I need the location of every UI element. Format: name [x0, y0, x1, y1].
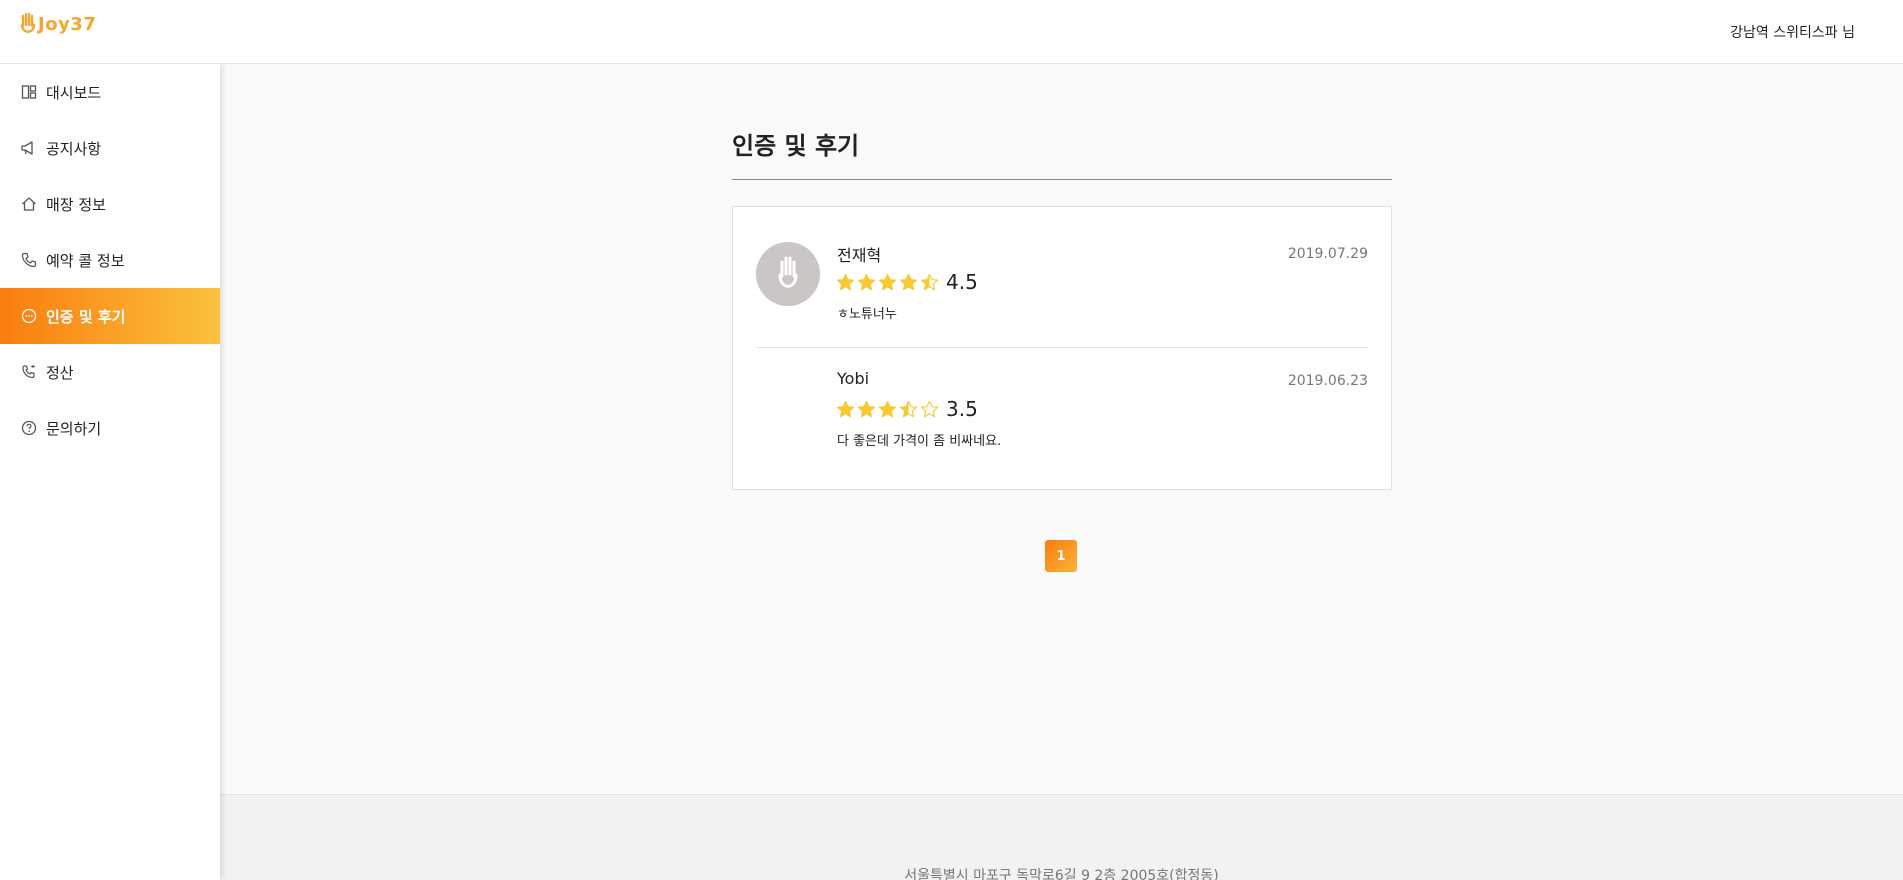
pagination-page-1[interactable]: 1	[1045, 540, 1077, 572]
sidebar-item-label: 대시보드	[46, 83, 102, 102]
review-date: 2019.06.23	[1287, 373, 1368, 389]
star-full-icon	[857, 273, 876, 290]
sidebar-item-store-info[interactable]: 매장 정보	[0, 176, 220, 232]
logo-text: Joy37	[38, 14, 97, 35]
star-full-icon	[836, 400, 855, 417]
rating-score: 4.5	[946, 270, 978, 294]
sidebar-item-inquiry[interactable]: 문의하기	[0, 400, 220, 456]
sidebar-item-label: 인증 및 후기	[46, 307, 126, 326]
settlement-icon	[20, 364, 37, 381]
rating-score: 3.5	[946, 397, 978, 421]
sidebar-item-label: 공지사항	[46, 139, 102, 158]
sidebar-item-label: 예약 콜 정보	[46, 251, 125, 270]
dashboard-icon	[20, 84, 37, 101]
star-half-icon	[920, 273, 939, 290]
home-icon	[20, 196, 37, 213]
sidebar-item-settlement[interactable]: 정산	[0, 344, 220, 400]
chat-bubble-icon	[20, 308, 37, 325]
joy37-logo[interactable]: Joy37	[20, 12, 96, 36]
sidebar-item-label: 매장 정보	[46, 195, 106, 214]
review-date: 2019.07.29	[1287, 246, 1368, 262]
footer-address: 서울특별시 마포구 독막로6길 9 2층 2005호(합정동)	[904, 868, 1219, 880]
star-full-icon	[878, 400, 897, 417]
review-item: Yobi 2019.06.23 3.5 다 좋은데 가격이 좀 비싸네요.	[756, 369, 1368, 459]
star-full-icon	[857, 400, 876, 417]
question-icon	[20, 420, 37, 437]
review-item: 전재혁 2019.07.29 4.5 ㅎ노튜너누	[756, 242, 1368, 332]
sidebar-item-reservation-call[interactable]: 예약 콜 정보	[0, 232, 220, 288]
reviewer-name: Yobi	[837, 369, 870, 388]
top-header: Joy37 강남역 스위티스파 님	[0, 0, 1903, 64]
megaphone-icon	[20, 140, 37, 157]
review-divider	[756, 347, 1368, 348]
review-text: 다 좋은데 가격이 좀 비싸네요.	[837, 434, 1002, 449]
star-half-icon	[899, 400, 918, 417]
star-full-icon	[899, 273, 918, 290]
hand-logo-icon	[20, 12, 36, 33]
title-divider	[732, 179, 1392, 180]
sidebar-item-label: 정산	[46, 363, 74, 382]
main-content: 인증 및 후기 전재혁 2019.07.29 4.5 ㅎ노튜너누 Yobi 20…	[220, 64, 1903, 794]
review-list-card: 전재혁 2019.07.29 4.5 ㅎ노튜너누 Yobi 2019.06.23…	[732, 206, 1392, 490]
rating-stars: 3.5	[836, 397, 978, 421]
phone-icon	[20, 252, 37, 269]
user-name[interactable]: 강남역 스위티스파 님	[1730, 22, 1855, 42]
avatar	[756, 242, 820, 306]
sidebar-item-reviews[interactable]: 인증 및 후기	[0, 288, 220, 344]
star-full-icon	[878, 273, 897, 290]
star-empty-icon	[920, 400, 939, 417]
footer: 서울특별시 마포구 독막로6길 9 2층 2005호(합정동)	[220, 794, 1903, 880]
rating-stars: 4.5	[836, 270, 978, 294]
review-text: ㅎ노튜너누	[837, 307, 897, 322]
sidebar: 대시보드 공지사항 매장 정보 예약 콜 정보 인증 및 후기 정산 문의하기	[0, 64, 220, 880]
reviewer-name: 전재혁	[837, 246, 882, 265]
sidebar-item-dashboard[interactable]: 대시보드	[0, 64, 220, 120]
hand-avatar-icon	[778, 256, 798, 288]
sidebar-item-label: 문의하기	[46, 419, 102, 438]
star-full-icon	[836, 273, 855, 290]
page-title: 인증 및 후기	[732, 132, 860, 160]
sidebar-item-notice[interactable]: 공지사항	[0, 120, 220, 176]
